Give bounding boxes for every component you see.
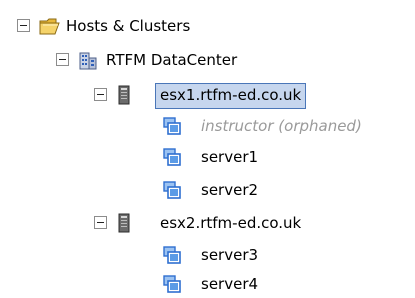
vm-icon (162, 116, 182, 136)
vm-icon (162, 180, 182, 200)
tree-node-label[interactable]: server2 (201, 178, 258, 204)
tree-node-label[interactable]: server1 (201, 145, 258, 171)
tree-node-vm-server2[interactable]: server2 (0, 178, 415, 204)
tree-node-label[interactable]: Hosts & Clusters (66, 14, 190, 40)
tree-node-datacenter[interactable]: RTFM DataCenter (0, 48, 415, 74)
collapse-toggle-host-esx2[interactable] (94, 216, 107, 229)
vm-icon (162, 274, 182, 294)
tree-node-hosts-clusters[interactable]: Hosts & Clusters (0, 14, 415, 40)
tree-node-label[interactable]: RTFM DataCenter (106, 48, 237, 74)
tree-node-label[interactable]: server3 (201, 243, 258, 269)
tree-node-host-esx2[interactable]: esx2.rtfm-ed.co.uk (0, 211, 415, 237)
tree-node-label-orphaned[interactable]: instructor (orphaned) (201, 114, 362, 140)
tree-node-host-esx1[interactable]: esx1.rtfm-ed.co.uk (0, 83, 415, 109)
datacenter-icon (78, 50, 98, 70)
vm-icon (162, 245, 182, 265)
tree-node-vm-server4[interactable]: server4 (0, 272, 415, 298)
tree-node-vm-server1[interactable]: server1 (0, 145, 415, 171)
host-server-icon (117, 213, 137, 233)
vm-icon (162, 147, 182, 167)
collapse-toggle-root[interactable] (17, 19, 30, 32)
folder-icon (39, 16, 60, 36)
host-server-icon (117, 85, 137, 105)
inventory-tree: Hosts & Clusters RTFM DataCenter esx1.rt… (0, 0, 415, 298)
tree-node-label[interactable]: server4 (201, 272, 258, 298)
tree-node-label-selected[interactable]: esx1.rtfm-ed.co.uk (155, 83, 307, 109)
collapse-toggle-host-esx1[interactable] (94, 88, 107, 101)
tree-node-vm-server3[interactable]: server3 (0, 243, 415, 269)
collapse-toggle-datacenter[interactable] (56, 53, 69, 66)
tree-node-label[interactable]: esx2.rtfm-ed.co.uk (160, 211, 301, 237)
tree-node-vm-instructor[interactable]: instructor (orphaned) (0, 114, 415, 140)
